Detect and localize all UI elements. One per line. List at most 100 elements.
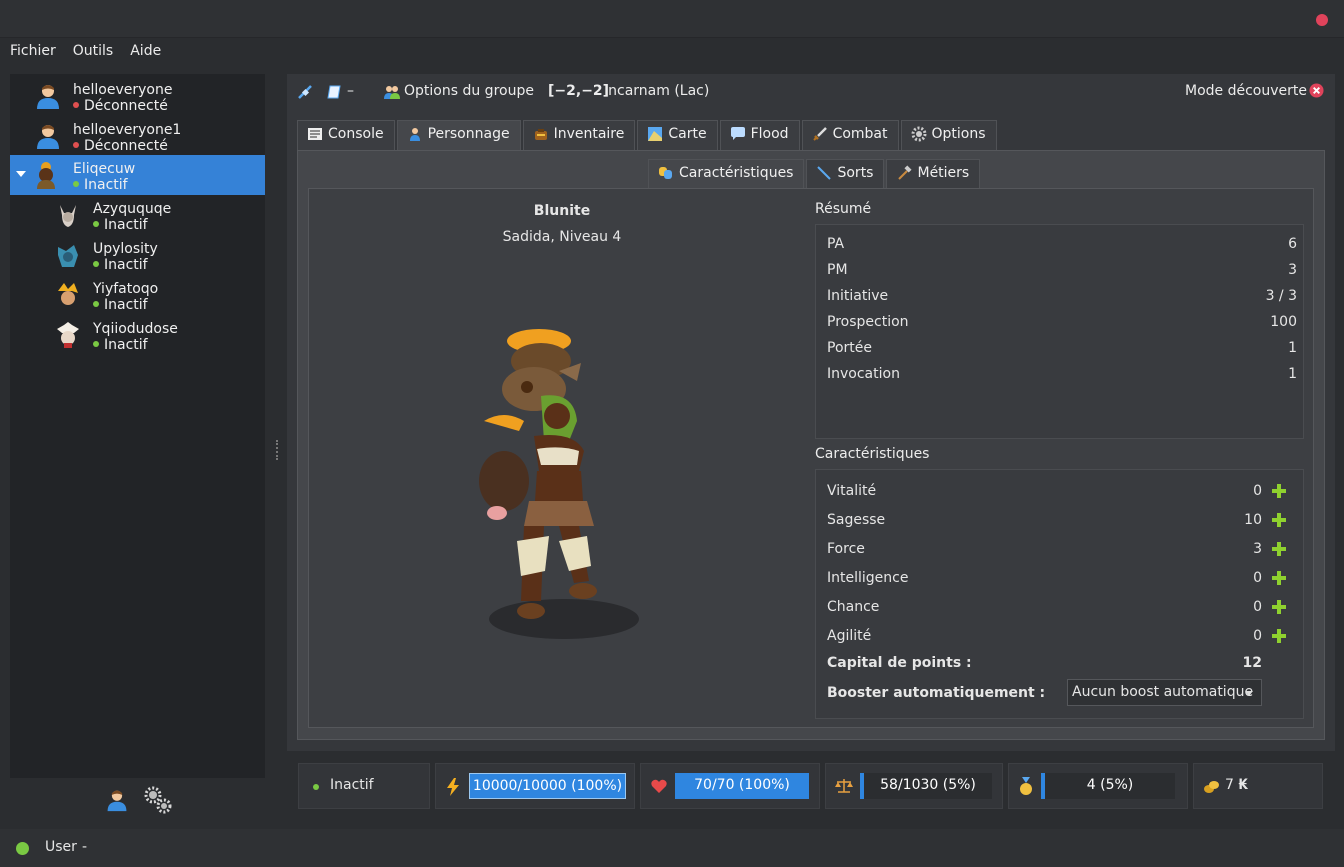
summary-row: Initiative 3 / 3 — [827, 288, 1297, 304]
heart-icon — [651, 779, 667, 793]
menu-aide[interactable]: Aide — [120, 40, 168, 64]
character-sprite — [479, 329, 639, 639]
subtab-metiers[interactable]: Métiers — [886, 159, 981, 188]
splitter-handle[interactable] — [276, 440, 278, 460]
capital-row: Capital de points :12 — [827, 655, 1262, 671]
menu-fichier[interactable]: Fichier — [0, 40, 63, 64]
subtab-sorts[interactable]: Sorts — [806, 159, 885, 188]
kamas-cell: 7 ₭ — [1193, 763, 1323, 809]
statusbar-dash: - — [82, 839, 88, 855]
gears-icon[interactable] — [142, 784, 174, 816]
stats-title: Caractéristiques — [815, 446, 930, 462]
scale-icon — [835, 779, 853, 793]
character-state: Inactif — [330, 777, 374, 793]
pods-bar: 58/1030 (5%) — [860, 773, 992, 799]
map-icon — [648, 127, 663, 141]
map-coords: [−2,−2] — [548, 83, 610, 99]
expand-arrow-icon[interactable] — [16, 171, 26, 177]
account-item[interactable]: helloeveryone Déconnecté — [10, 76, 265, 116]
sidebar-footer — [10, 778, 265, 820]
window-titlebar — [0, 0, 1344, 38]
menu-bar: Fichier Outils Aide — [0, 40, 1344, 64]
account-tree: helloeveryone Déconnecté helloeveryone1 … — [10, 74, 265, 778]
toolbar-dash: – — [347, 83, 354, 99]
boost-intelligence-plus-icon[interactable] — [1272, 571, 1286, 585]
character-avatar-icon — [58, 283, 78, 305]
online-status-icon — [16, 842, 29, 855]
character-status: Inactif — [93, 337, 148, 353]
chevron-down-icon — [1245, 691, 1253, 696]
tab-combat[interactable]: Combat — [801, 120, 899, 150]
character-subtabs: Caractéristiques Sorts Métiers — [648, 159, 982, 188]
stat-row: Agilité 0 — [827, 628, 1262, 644]
hammer-icon — [898, 165, 913, 180]
summary-row: PM 3 — [827, 262, 1297, 278]
boost-force-plus-icon[interactable] — [1272, 542, 1286, 556]
xp-bar: 4 (5%) — [1041, 773, 1175, 799]
lightning-icon — [447, 778, 459, 796]
pods-cell: 58/1030 (5%) — [825, 763, 1003, 809]
discovery-mode-label: Mode découverte — [1185, 83, 1307, 99]
life-cell: 70/70 (100%) — [640, 763, 820, 809]
subtab-caracteristiques[interactable]: Caractéristiques — [648, 159, 805, 188]
user-icon — [37, 125, 59, 149]
account-name: helloeveryone — [73, 82, 173, 98]
character-status-bar: Inactif 10000/10000 (100%) 70/70 (100%) … — [287, 751, 1335, 821]
tab-options[interactable]: Options — [900, 120, 997, 150]
stat-row: Sagesse 10 — [827, 512, 1262, 528]
medal-icon — [1020, 777, 1032, 795]
tab-console[interactable]: Console — [297, 120, 395, 150]
boost-agilite-plus-icon[interactable] — [1272, 629, 1286, 643]
tab-inventaire[interactable]: Inventaire — [522, 120, 636, 150]
character-icon — [409, 128, 420, 141]
energy-cell: 10000/10000 (100%) — [435, 763, 635, 809]
username-label: User — [45, 839, 77, 855]
status-dot-icon — [313, 784, 319, 790]
main-tabs: Console Personnage Inventaire Carte Floo… — [297, 120, 999, 151]
menu-outils[interactable]: Outils — [63, 40, 120, 64]
character-item[interactable]: Yqiiodudose Inactif — [10, 315, 265, 355]
status-cell: Inactif — [298, 763, 430, 809]
account-item[interactable]: helloeveryone1 Déconnecté — [10, 116, 265, 156]
boost-sagesse-plus-icon[interactable] — [1272, 513, 1286, 527]
boost-chance-plus-icon[interactable] — [1272, 600, 1286, 614]
user-icon — [37, 85, 59, 109]
boost-vitalite-plus-icon[interactable] — [1272, 484, 1286, 498]
group-options-button[interactable]: Options du groupe — [404, 83, 534, 99]
map-location: Incarnam (Lac) — [604, 83, 710, 99]
script-scroll-icon[interactable] — [327, 84, 343, 100]
character-name: Blunite — [533, 203, 591, 219]
energy-bar: 10000/10000 (100%) — [469, 773, 626, 799]
character-avatar-icon — [57, 322, 79, 348]
stat-row: Intelligence 0 — [827, 570, 1262, 586]
account-status: Déconnecté — [73, 98, 168, 114]
stat-row: Chance 0 — [827, 599, 1262, 615]
personnage-panel: Caractéristiques Sorts Métiers Blunite S… — [297, 150, 1325, 740]
masks-icon — [659, 167, 672, 179]
app-status-bar: User - — [0, 829, 1344, 867]
account-item-selected[interactable]: Eliqecuw Inactif — [10, 155, 265, 195]
tab-carte[interactable]: Carte — [637, 120, 718, 150]
summary-row: Portée 1 — [827, 340, 1297, 356]
character-item[interactable]: Azyququqe Inactif — [10, 195, 265, 235]
character-item[interactable]: Upylosity Inactif — [10, 235, 265, 275]
window-close-button[interactable] — [1316, 14, 1328, 26]
booster-select[interactable]: Aucun boost automatique — [1067, 679, 1262, 706]
stat-row: Vitalité 0 — [827, 483, 1262, 499]
console-icon — [308, 128, 322, 140]
account-status: Inactif — [73, 177, 128, 193]
tab-flood[interactable]: Flood — [719, 120, 800, 150]
sword-icon — [812, 127, 827, 141]
connect-plug-icon[interactable] — [297, 84, 313, 100]
close-circle-icon[interactable] — [1309, 83, 1324, 98]
characteristics-frame: Blunite Sadida, Niveau 4 Résumé PA 6 PM … — [308, 188, 1314, 728]
kamas-amount: 7 ₭ — [1225, 777, 1249, 793]
chat-bubble-icon — [730, 127, 745, 140]
tab-personnage[interactable]: Personnage — [396, 120, 521, 151]
add-account-user-icon[interactable] — [105, 786, 129, 814]
character-item[interactable]: Yiyfatoqo Inactif — [10, 275, 265, 315]
summary-row: Invocation 1 — [827, 366, 1297, 382]
stat-row: Force 3 — [827, 541, 1262, 557]
character-status: Inactif — [93, 297, 148, 313]
character-name: Azyququqe — [93, 201, 172, 217]
